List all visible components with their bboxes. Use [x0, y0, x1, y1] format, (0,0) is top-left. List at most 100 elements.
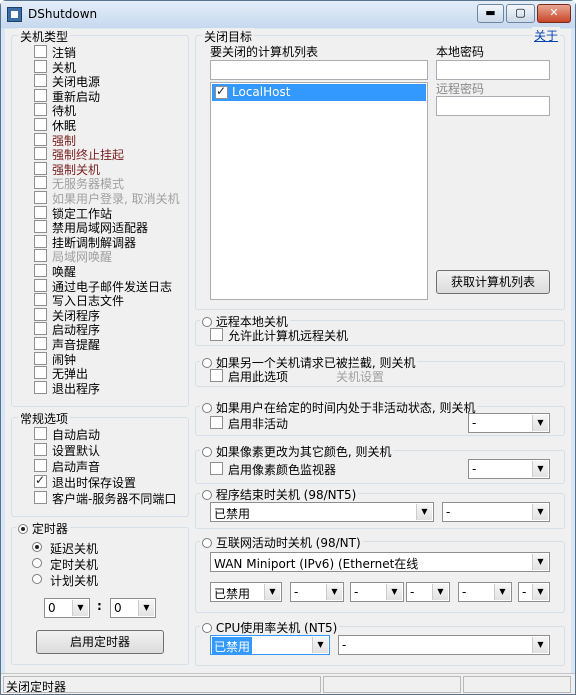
remote-shutdown-group: 远程本地关机 允许此计算机远程关机 [195, 313, 565, 346]
threshold-select[interactable]: - ▼ [406, 582, 450, 602]
adapter-select[interactable]: WAN Miniport (IPv6) (Ethernet在线 ▼ [210, 552, 550, 572]
process-end-group: 程序结束时关机 (98/NT5) 已禁用 ▼ - ▼ [195, 486, 565, 529]
checkbox[interactable] [34, 45, 47, 58]
blocked-radio[interactable] [202, 358, 212, 368]
inactive-group: 如果用户在给定的时间内处于非活动状态, 则关机 启用非活动 - ▼ [195, 399, 565, 436]
inactive-option-checkbox[interactable] [210, 416, 223, 429]
checkbox[interactable] [34, 59, 47, 73]
timer-legend-label: 定时器 [31, 522, 68, 536]
checkbox[interactable] [34, 380, 47, 394]
pixel-option-checkbox[interactable] [210, 462, 223, 475]
checkbox[interactable] [34, 234, 47, 248]
cpu-value: 已禁用 [212, 637, 253, 654]
cpu-radio[interactable] [202, 623, 212, 633]
process-select[interactable]: 已禁用 ▼ [210, 502, 434, 522]
inactive-select[interactable]: - ▼ [468, 413, 550, 433]
checkbox[interactable] [34, 118, 47, 131]
hour-select[interactable]: 0 ▼ [44, 598, 90, 618]
checkbox[interactable] [34, 161, 47, 175]
threshold-value: - [354, 585, 359, 599]
inactive-radio[interactable] [202, 403, 212, 413]
status-panel-2 [323, 676, 461, 693]
pixel-select[interactable]: - ▼ [468, 459, 550, 479]
radio[interactable] [32, 558, 42, 568]
checkbox[interactable] [34, 459, 47, 472]
minute-select[interactable]: 0 ▼ [110, 598, 156, 618]
blocked-option-checkbox[interactable] [210, 369, 223, 382]
cpu-select-2[interactable]: - ▼ [338, 635, 550, 655]
localhost-checkbox[interactable] [215, 84, 228, 99]
threshold-value: - [410, 585, 415, 599]
minimize-button[interactable]: ▬ [477, 4, 504, 23]
checkbox[interactable] [34, 264, 47, 277]
close-button[interactable]: ✕ [537, 4, 571, 23]
threshold-select[interactable]: - ▼ [350, 582, 404, 602]
general-option-label: 自动启动 [52, 428, 101, 442]
window-title: DShutdown [28, 7, 98, 21]
chevron-down-icon: ▼ [532, 554, 548, 570]
radio[interactable] [32, 574, 42, 584]
cpu-select[interactable]: 已禁用 ▼ [210, 635, 330, 655]
remote-radio[interactable] [202, 317, 212, 327]
checkbox[interactable] [34, 366, 47, 380]
timer-group: 定时器 延迟关机 定时关机 计划关机 0 ▼ : 0 ▼ 启用定时器 [11, 520, 189, 665]
general-option-label: 启动声音 [52, 460, 101, 474]
checkbox[interactable] [34, 249, 47, 263]
checkbox[interactable] [34, 74, 47, 88]
threshold-select[interactable]: - ▼ [458, 582, 512, 602]
title-bar[interactable]: DShutdown ▬ ▢ ✕ [1, 1, 575, 28]
checkbox[interactable] [34, 443, 47, 456]
maximize-button[interactable]: ▢ [506, 4, 535, 23]
start-timer-button[interactable]: 启用定时器 [36, 630, 164, 654]
cpu-usage-legend: CPU使用率关机 (NT5) [200, 619, 340, 636]
internet-activity-label: 互联网活动时关机 (98/NT) [215, 536, 361, 550]
checkbox[interactable] [34, 491, 47, 504]
computer-list[interactable]: LocalHost [210, 82, 428, 300]
checkbox[interactable] [34, 132, 47, 146]
general-option-label: 客户端-服务器不同端口 [52, 492, 177, 506]
checkbox[interactable] [34, 205, 47, 219]
checkbox[interactable] [34, 322, 47, 336]
process-radio[interactable] [202, 490, 212, 500]
computer-name-input[interactable] [210, 60, 428, 80]
checkbox[interactable] [34, 307, 47, 321]
internet-mode-select[interactable]: 已禁用 ▼ [210, 582, 282, 602]
get-computer-list-button[interactable]: 获取计算机列表 [436, 270, 550, 294]
checkbox[interactable] [34, 293, 47, 307]
checkbox[interactable] [34, 220, 47, 234]
pixel-color-group: 如果像素更改为其它颜色, 则关机 启用像素颜色监视器 - ▼ [195, 443, 565, 484]
local-password-input[interactable] [436, 60, 550, 80]
remote-password-input[interactable] [436, 96, 550, 116]
status-panel-3 [463, 676, 571, 693]
about-link[interactable]: 关于 [532, 27, 561, 44]
pixel-radio[interactable] [202, 447, 212, 457]
checkbox[interactable] [34, 191, 47, 204]
threshold-select[interactable]: - ▼ [518, 582, 550, 602]
chevron-down-icon: ▼ [532, 504, 548, 520]
checkbox[interactable] [34, 337, 47, 350]
checkbox[interactable] [34, 473, 47, 488]
checkbox[interactable] [34, 427, 47, 440]
internet-radio[interactable] [202, 538, 212, 548]
checkbox[interactable] [34, 88, 47, 102]
process-select-2[interactable]: - ▼ [442, 502, 550, 522]
allow-remote-label: 允许此计算机远程关机 [228, 329, 349, 343]
cpu-usage-label: CPU使用率关机 (NT5) [215, 621, 338, 635]
checkbox[interactable] [34, 176, 47, 190]
shutdown-type-label: 退出程序 [52, 381, 101, 396]
threshold-select[interactable]: - ▼ [290, 582, 344, 602]
checkbox[interactable] [34, 278, 47, 292]
allow-remote-checkbox[interactable] [210, 328, 223, 341]
status-panel-main: 关闭定时器 [3, 676, 321, 694]
list-item-localhost[interactable]: LocalHost [212, 84, 426, 101]
checkbox[interactable] [34, 147, 47, 161]
timer-enable-radio[interactable] [18, 524, 28, 534]
local-password-label: 本地密码 [436, 45, 485, 59]
radio[interactable] [32, 542, 42, 552]
checkbox[interactable] [34, 351, 47, 365]
checkbox[interactable] [34, 103, 47, 117]
shutdown-type-group: 关机类型 注销 关机 关闭电源 重新启动 待机 休眠 强制 强制终止挂起 强制关机 无服务器模式如… [11, 28, 189, 407]
general-option-label: 退出时保存设置 [52, 476, 137, 490]
minute-value: 0 [114, 601, 122, 615]
chevron-down-icon: ▼ [72, 600, 88, 616]
